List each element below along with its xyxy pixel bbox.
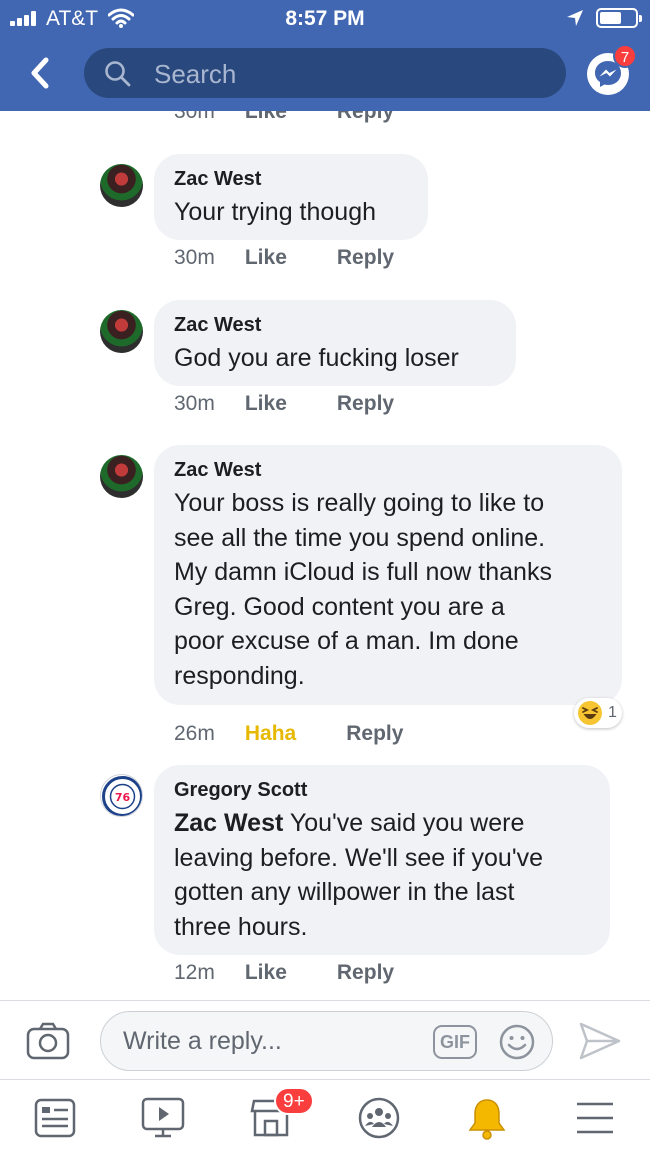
comment-text: Zac West You've said you were leaving be… [174, 806, 590, 944]
like-button[interactable]: Like [245, 246, 287, 270]
camera-icon[interactable] [26, 1021, 70, 1061]
partial-comment-actions: 30m Like Reply [174, 111, 394, 124]
messenger-badge: 7 [613, 44, 637, 68]
bottom-tab-bar: 9+ [0, 1081, 650, 1156]
comment-text-line: three hours. [174, 912, 308, 941]
tab-marketplace[interactable]: 9+ [248, 1087, 314, 1141]
search-placeholder: Search [154, 59, 237, 89]
like-button[interactable]: Like [245, 392, 287, 416]
watch-icon [141, 1097, 185, 1138]
team-logo-icon: 76 [102, 776, 142, 816]
mention-tag[interactable]: Zac West [174, 809, 283, 837]
comment-text-line: see all the time you spend online. [174, 523, 546, 552]
avatar[interactable]: 76 [100, 774, 143, 817]
comment-actions: 26m Haha Reply [174, 722, 403, 746]
comment-text-line: My damn iCloud is full now thanks [174, 558, 552, 586]
groups-icon [358, 1097, 400, 1139]
notifications-icon [468, 1099, 506, 1140]
comment-actions: 12m Like Reply [174, 961, 394, 985]
comment-time: 30m [174, 111, 215, 123]
comment-time: 30m [174, 246, 215, 269]
svg-text:76: 76 [115, 791, 131, 804]
tab-groups[interactable] [356, 1095, 402, 1141]
search-icon [105, 61, 131, 87]
comment-time: 12m [174, 961, 215, 984]
comment-bubble: Zac West Your trying though [154, 154, 428, 240]
comment-text-line: Greg. Good content you are a [174, 592, 505, 621]
clock: 8:57 PM [285, 7, 365, 30]
comment-text: Your trying though [174, 198, 377, 226]
tab-notifications[interactable] [464, 1095, 510, 1141]
battery-icon [596, 8, 642, 28]
back-arrow-icon[interactable] [26, 56, 56, 90]
emoji-icon[interactable] [499, 1024, 535, 1060]
comment-text-line: leaving before. We'll see if you've [174, 843, 544, 872]
comment-author[interactable]: Gregory Scott [174, 779, 590, 802]
tab-watch[interactable] [140, 1095, 186, 1141]
search-bar[interactable]: Search [84, 48, 566, 98]
tab-news-feed[interactable] [32, 1095, 78, 1141]
comment-time: 30m [174, 392, 215, 415]
haha-reaction-button[interactable]: Haha [245, 722, 296, 746]
news-feed-icon [34, 1098, 76, 1138]
menu-icon [577, 1102, 613, 1134]
gif-button[interactable]: GIF [433, 1025, 477, 1059]
tab-menu[interactable] [572, 1095, 618, 1141]
top-header: AT&T 8:57 PM Search 7 [0, 0, 650, 111]
comment-author[interactable]: Zac West [174, 459, 602, 482]
reply-button[interactable]: Reply [346, 722, 403, 746]
comment-bubble: Zac West Your boss is really going to li… [154, 445, 622, 705]
laughing-emoji-icon [578, 701, 602, 725]
reaction-count: 1 [608, 704, 617, 721]
status-bar: AT&T 8:57 PM [0, 0, 650, 36]
avatar[interactable] [100, 455, 143, 498]
location-arrow-icon [567, 10, 583, 26]
comment-author[interactable]: Zac West [174, 168, 408, 191]
like-button[interactable]: Like [245, 961, 287, 985]
comment-text-line: You've said you were [289, 809, 525, 837]
reply-placeholder: Write a reply... [123, 1027, 282, 1055]
comment-text: Your boss is really going to like to see… [174, 486, 602, 693]
reply-button[interactable]: Reply [337, 246, 394, 270]
comment-time: 26m [174, 722, 215, 745]
comment-author[interactable]: Zac West [174, 314, 496, 337]
reply-button[interactable]: Reply [337, 111, 394, 124]
comment-text-line: poor excuse of a man. Im done [174, 627, 519, 655]
reaction-summary[interactable]: 1 [574, 698, 622, 728]
comment-actions: 30m Like Reply [174, 246, 394, 270]
messenger-button[interactable]: 7 [587, 44, 637, 95]
reply-composer: Write a reply... GIF [0, 1000, 650, 1080]
reply-button[interactable]: Reply [337, 392, 394, 416]
comment-text-line: gotten any willpower in the last [174, 878, 515, 906]
comment-actions: 30m Like Reply [174, 392, 394, 416]
reply-input[interactable]: Write a reply... GIF [100, 1011, 553, 1071]
avatar[interactable] [100, 164, 143, 207]
comment-thread: 30m Like Reply Zac West Your trying thou… [0, 111, 650, 1001]
comment-text-line: responding. [174, 661, 305, 690]
comment-text: God you are fucking loser [174, 344, 459, 372]
avatar[interactable] [100, 310, 143, 353]
send-icon[interactable] [578, 1021, 622, 1061]
like-button[interactable]: Like [245, 111, 287, 124]
reply-button[interactable]: Reply [337, 961, 394, 985]
comment-bubble: Zac West God you are fucking loser [154, 300, 516, 386]
marketplace-badge: 9+ [274, 1087, 314, 1115]
comment-text-line: Your boss is really going to like to [174, 489, 545, 517]
comment-bubble: Gregory Scott Zac West You've said you w… [154, 765, 610, 955]
